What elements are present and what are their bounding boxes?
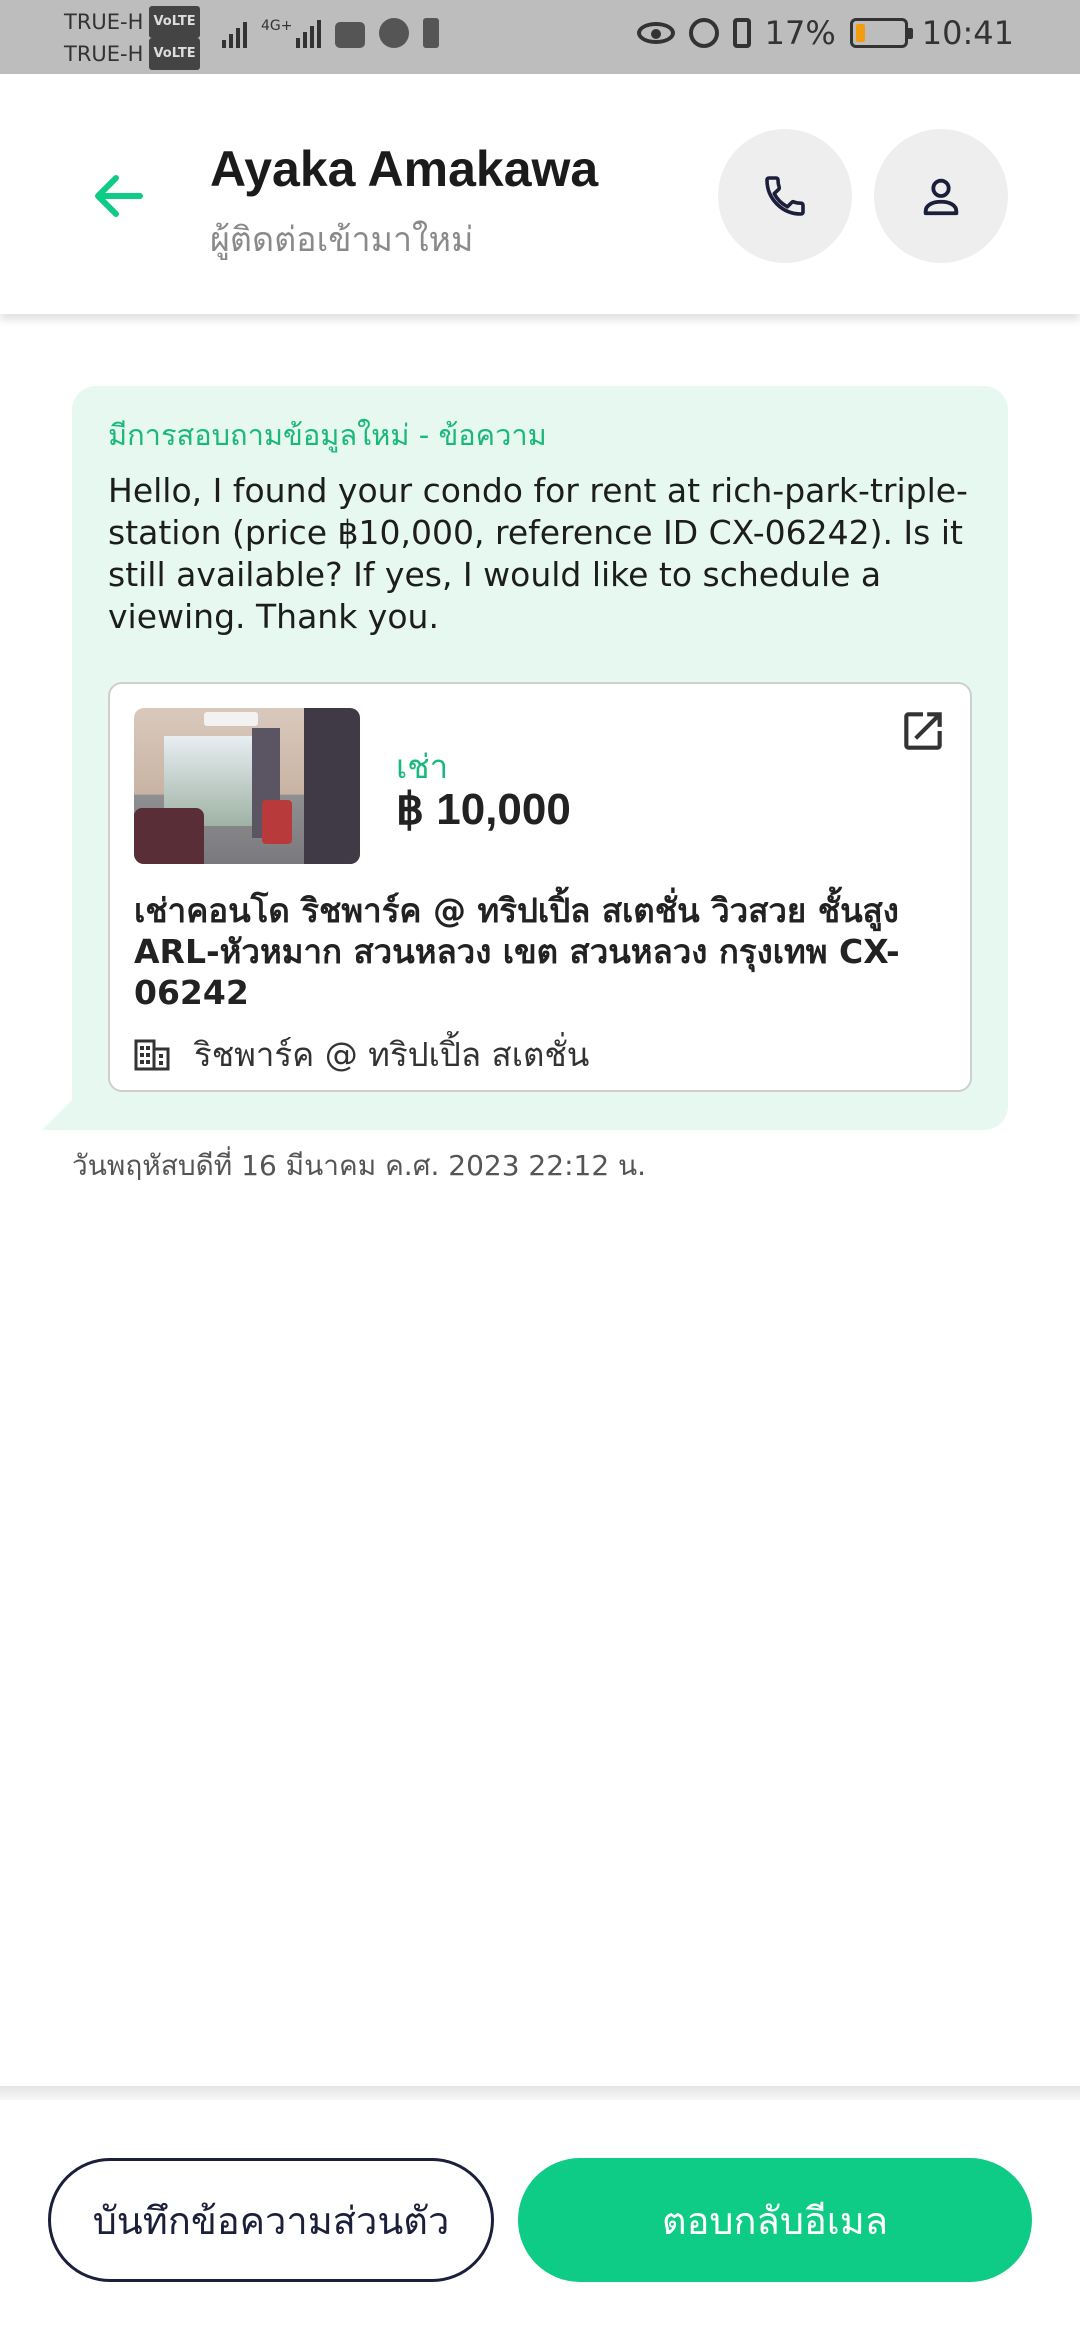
call-button[interactable] [718,129,852,263]
message-timestamp: วันพฤหัสบดีที่ 16 มีนาคม ค.ศ. 2023 22:12… [72,1149,647,1182]
reply-email-button[interactable]: ตอบกลับอีเมล [518,2158,1032,2282]
message-body: Hello, I found your condo for rent at ri… [108,471,968,636]
open-external-icon[interactable] [898,706,948,756]
contact-profile-button[interactable] [874,129,1008,263]
carrier-info: TRUE-H VoLTE TRUE-H VoLTE [64,6,200,70]
bottom-divider [0,2086,1080,2100]
building-icon [134,1039,170,1070]
battery-saver-icon [422,18,439,48]
bubble-tail [42,1100,72,1130]
message-heading: มีการสอบถามข้อมูลใหม่ - ข้อความ [108,418,547,452]
signal-group: 4G+ [222,18,439,48]
private-note-button[interactable]: บันทึกข้อความส่วนตัว [48,2158,494,2282]
project-name: ริชพาร์ค @ ทริปเปิ้ล สเตชั่น [194,1035,590,1074]
listing-card[interactable]: เช่า ฿ 10,000 เช่าคอนโด ริชพาร์ค @ ทริปเ… [108,682,972,1092]
phone-icon [765,176,805,216]
listing-title: เช่าคอนโด ริชพาร์ค @ ทริปเปิ้ล สเตชั่น ว… [134,891,900,1012]
notification-app-icon [334,22,365,48]
network-type: 4G+ [261,18,293,34]
back-button[interactable] [88,166,148,226]
alarm-icon [688,18,719,48]
eye-comfort-icon [636,22,675,44]
volte-badge: VoLTE [149,38,200,70]
signal-4g-icon: 4G+ [261,18,321,48]
status-right: 17% 10:41 [636,14,1014,52]
carrier-name: TRUE-H [64,42,144,66]
arrow-left-icon [95,175,143,217]
contact-status: ผู้ติดต่อเข้ามาใหม่ [210,220,474,260]
status-bar: TRUE-H VoLTE TRUE-H VoLTE 4G+ 17% 10:41 [0,0,1080,74]
line-app-icon [378,18,409,48]
listing-project: ริชพาร์ค @ ทริปเปิ้ล สเตชั่น [134,1028,589,1081]
volte-badge: VoLTE [149,6,200,38]
signal-icon [222,18,247,48]
app-header: Ayaka Amakawa ผู้ติดต่อเข้ามาใหม่ [0,74,1080,314]
contact-name: Ayaka Amakawa [210,141,599,197]
listing-photo [134,708,360,864]
carrier-name: TRUE-H [64,10,144,34]
battery-percent: 17% [764,14,836,52]
clock: 10:41 [921,14,1014,52]
person-icon [923,178,959,216]
listing-price: ฿ 10,000 [396,785,571,834]
battery-icon [849,18,913,48]
vibrate-icon [732,18,751,48]
